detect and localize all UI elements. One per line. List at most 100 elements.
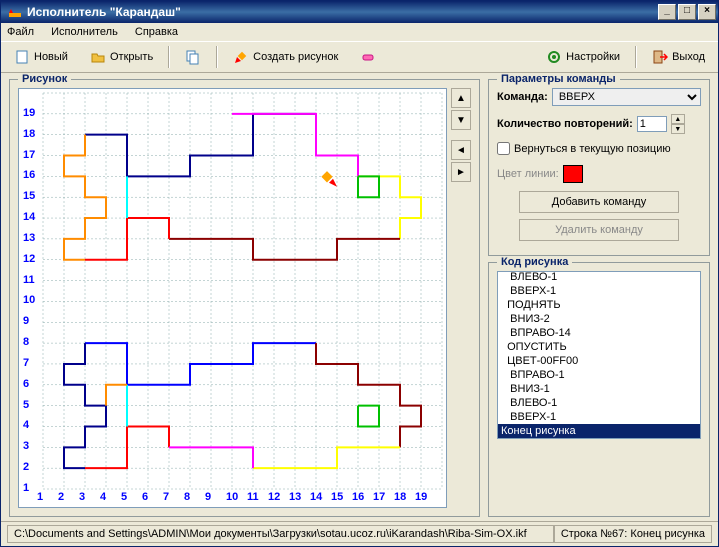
y-axis-label: 16: [23, 169, 35, 181]
code-item[interactable]: ЦВЕТ-00FF00: [498, 354, 700, 368]
eraser-button[interactable]: [353, 46, 383, 68]
command-label: Команда:: [497, 91, 548, 103]
new-icon: [14, 49, 30, 65]
x-axis-label: 4: [100, 491, 106, 503]
code-item[interactable]: ВНИЗ-1: [498, 382, 700, 396]
params-group-title: Параметры команды: [497, 73, 620, 85]
arrow-left-button[interactable]: ◄: [451, 140, 471, 160]
x-axis-label: 12: [268, 491, 280, 503]
x-axis-label: 18: [394, 491, 406, 503]
x-axis-label: 17: [373, 491, 385, 503]
toolbar-separator: [635, 46, 637, 68]
open-label: Открыть: [110, 51, 153, 63]
open-icon: [90, 49, 106, 65]
statusbar: C:\Documents and Settings\ADMIN\Мои доку…: [1, 521, 718, 546]
y-axis-label: 13: [23, 232, 35, 244]
toolbar: Новый Открыть Создать рисунок Настройки …: [1, 41, 718, 73]
arrow-right-button[interactable]: ►: [451, 162, 471, 182]
code-item[interactable]: ВВЕРХ-1: [498, 410, 700, 424]
y-axis-label: 2: [23, 461, 29, 473]
exit-label: Выход: [672, 51, 705, 63]
code-group-title: Код рисунка: [497, 256, 572, 268]
drawing-group-title: Рисунок: [18, 73, 71, 85]
maximize-button[interactable]: □: [678, 4, 696, 20]
y-axis-label: 5: [23, 399, 29, 411]
minimize-button[interactable]: _: [658, 4, 676, 20]
copy-icon: [185, 49, 201, 65]
x-axis-label: 10: [226, 491, 238, 503]
x-axis-label: 7: [163, 491, 169, 503]
gear-icon: [546, 49, 562, 65]
create-drawing-label: Создать рисунок: [253, 51, 338, 63]
open-button[interactable]: Открыть: [83, 46, 160, 68]
close-button[interactable]: ×: [698, 4, 716, 20]
status-path: C:\Documents and Settings\ADMIN\Мои доку…: [7, 525, 554, 543]
delete-command-button[interactable]: Удалить команду: [519, 219, 679, 241]
x-axis-label: 15: [331, 491, 343, 503]
y-axis-label: 11: [23, 274, 35, 286]
pencil-icon: [233, 49, 249, 65]
app-icon: [7, 4, 23, 20]
drawing-canvas[interactable]: 1234567891011121314151617181919181716151…: [18, 88, 447, 508]
y-axis-label: 10: [23, 294, 35, 306]
color-label: Цвет линии:: [497, 168, 559, 180]
x-axis-label: 2: [58, 491, 64, 503]
code-item[interactable]: ВПРАВО-1: [498, 368, 700, 382]
command-select[interactable]: ВВЕРХВНИЗВЛЕВОВПРАВОПОДНЯТЬОПУСТИТЬЦВЕТ: [552, 88, 701, 106]
create-drawing-button[interactable]: Создать рисунок: [226, 46, 345, 68]
menu-executor[interactable]: Исполнитель: [51, 26, 118, 38]
y-axis-label: 12: [23, 253, 35, 265]
toolbar-separator: [216, 46, 218, 68]
titlebar[interactable]: Исполнитель "Карандаш" _ □ ×: [1, 1, 718, 23]
x-axis-label: 8: [184, 491, 190, 503]
repeat-up-button[interactable]: ▲: [671, 114, 685, 124]
status-line: Строка №67: Конец рисунка: [554, 525, 712, 543]
add-command-button[interactable]: Добавить команду: [519, 191, 679, 213]
code-item[interactable]: ВЛЕВО-1: [498, 396, 700, 410]
x-axis-label: 14: [310, 491, 322, 503]
return-label: Вернуться в текущую позицию: [514, 143, 671, 155]
y-axis-label: 9: [23, 315, 29, 327]
settings-label: Настройки: [566, 51, 620, 63]
code-item[interactable]: ВЛЕВО-1: [498, 271, 700, 284]
color-swatch[interactable]: [563, 165, 583, 183]
application-window: Исполнитель "Карандаш" _ □ × Файл Исполн…: [0, 0, 719, 547]
y-axis-label: 8: [23, 336, 29, 348]
x-axis-label: 19: [415, 491, 427, 503]
code-item[interactable]: ВНИЗ-2: [498, 312, 700, 326]
exit-button[interactable]: Выход: [645, 46, 712, 68]
new-button[interactable]: Новый: [7, 46, 75, 68]
repeat-label: Количество повторений:: [497, 118, 633, 130]
x-axis-label: 3: [79, 491, 85, 503]
return-checkbox[interactable]: [497, 142, 510, 155]
code-item[interactable]: Конец рисунка: [498, 424, 700, 438]
arrow-down-button[interactable]: ▼: [451, 110, 471, 130]
x-axis-label: 16: [352, 491, 364, 503]
y-axis-label: 7: [23, 357, 29, 369]
eraser-icon: [360, 49, 376, 65]
drawing-group: Рисунок 12345678910111213141516171819191…: [9, 79, 480, 517]
menubar: Файл Исполнитель Справка: [1, 23, 718, 41]
x-axis-label: 11: [247, 491, 259, 503]
repeat-down-button[interactable]: ▼: [671, 124, 685, 134]
code-item[interactable]: ПОДНЯТЬ: [498, 298, 700, 312]
settings-button[interactable]: Настройки: [539, 46, 627, 68]
window-title: Исполнитель "Карандаш": [27, 5, 658, 19]
menu-help[interactable]: Справка: [135, 26, 178, 38]
x-axis-label: 13: [289, 491, 301, 503]
x-axis-label: 1: [37, 491, 43, 503]
repeat-input[interactable]: [637, 116, 667, 132]
code-item[interactable]: ОПУСТИТЬ: [498, 340, 700, 354]
y-axis-label: 15: [23, 190, 35, 202]
new-label: Новый: [34, 51, 68, 63]
y-axis-label: 4: [23, 419, 29, 431]
copy-button[interactable]: [178, 46, 208, 68]
menu-file[interactable]: Файл: [7, 26, 34, 38]
code-item[interactable]: ВПРАВО-14: [498, 326, 700, 340]
code-item[interactable]: ВВЕРХ-1: [498, 284, 700, 298]
arrow-up-button[interactable]: ▲: [451, 88, 471, 108]
exit-icon: [652, 49, 668, 65]
x-axis-label: 9: [205, 491, 211, 503]
x-axis-label: 6: [142, 491, 148, 503]
code-listbox[interactable]: ВВЕРХ-1 ВЛЕВО-1 ВВЕРХ-1 ПОДНЯТЬ ВНИЗ-2 В…: [497, 271, 701, 439]
